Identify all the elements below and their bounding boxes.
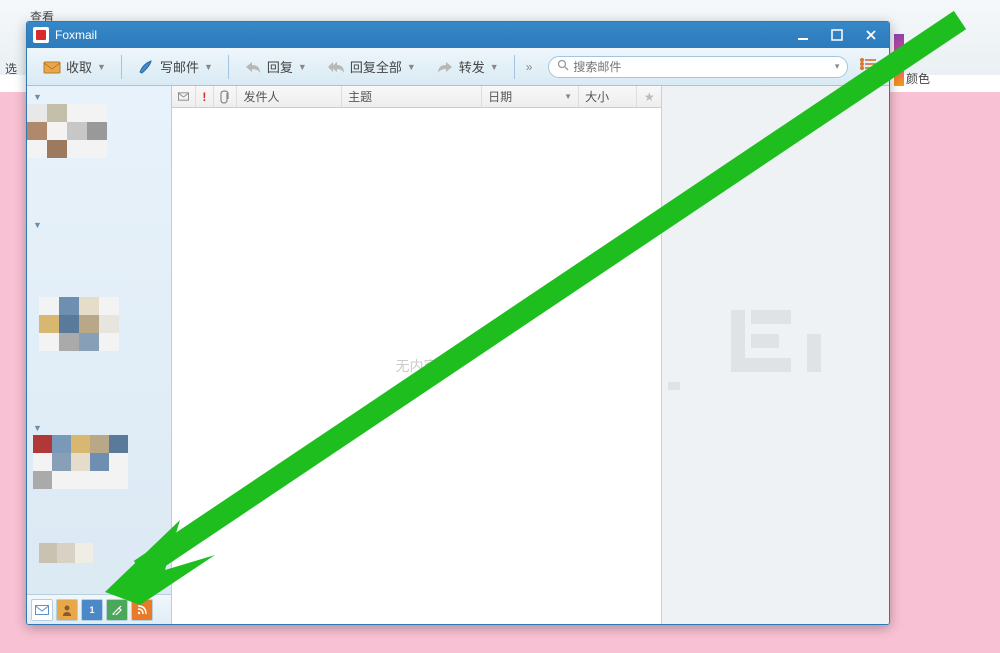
dropdown-icon: ▼ (298, 62, 307, 72)
compose-label: 写邮件 (160, 57, 199, 76)
col-read-status[interactable] (172, 86, 196, 107)
col-priority[interactable]: ! (196, 86, 214, 107)
contacts-tab-icon[interactable] (56, 599, 78, 621)
expand-icon: ▼ (33, 92, 42, 102)
bg-gradient-swatch (894, 34, 904, 86)
account-item[interactable]: ▼ (27, 421, 171, 435)
bg-color-label: 颜色 (906, 70, 930, 87)
empty-state: 无内容 (172, 108, 661, 624)
account-item[interactable]: ▼ (27, 218, 171, 232)
overflow-button[interactable]: » (522, 60, 537, 74)
col-date[interactable]: 日期▼ (482, 86, 579, 107)
sidebar-footer: 1 (27, 594, 171, 624)
search-box[interactable]: ▾ (548, 56, 848, 78)
foxmail-logo-watermark (731, 310, 821, 400)
titlebar[interactable]: Foxmail (27, 22, 889, 48)
compose-button[interactable]: 写邮件 ▼ (129, 53, 221, 80)
calendar-tab-icon[interactable]: 1 (81, 599, 103, 621)
pen-icon (137, 58, 155, 76)
col-subject[interactable]: 主题 (342, 86, 482, 107)
maximize-button[interactable] (825, 27, 849, 43)
expand-icon: ▼ (33, 423, 42, 433)
account-list: ▼ ▼ ▼ (27, 86, 171, 594)
reply-label: 回复 (267, 57, 293, 76)
separator (228, 55, 229, 79)
envelope-icon (43, 58, 61, 76)
dropdown-icon: ▼ (204, 62, 213, 72)
receive-button[interactable]: 收取 ▼ (35, 53, 114, 80)
expand-icon: ▼ (33, 220, 42, 230)
search-icon (557, 58, 569, 76)
separator (121, 55, 122, 79)
forward-label: 转发 (459, 57, 485, 76)
reply-all-label: 回复全部 (350, 57, 402, 76)
toolbar: 收取 ▼ 写邮件 ▼ 回复 ▼ 回复全部 ▼ (27, 48, 889, 86)
notes-tab-icon[interactable] (106, 599, 128, 621)
search-dropdown-icon[interactable]: ▾ (835, 61, 840, 72)
account-name-censored (39, 543, 171, 563)
receive-label: 收取 (66, 57, 92, 76)
search-input[interactable] (573, 60, 830, 74)
dropdown-icon: ▼ (490, 62, 499, 72)
account-item[interactable]: ▼ (27, 90, 171, 104)
reply-all-icon (327, 58, 345, 76)
view-list-button[interactable] (855, 53, 881, 80)
column-headers: ! 发件人 主题 日期▼ 大小 ★ (172, 86, 661, 108)
preview-decoration (668, 382, 680, 390)
sidebar: ▼ ▼ ▼ (27, 86, 172, 624)
col-star[interactable]: ★ (637, 86, 661, 107)
reply-all-button[interactable]: 回复全部 ▼ (319, 53, 424, 80)
close-button[interactable] (859, 27, 883, 43)
app-icon (33, 27, 49, 43)
col-size[interactable]: 大小 (579, 86, 637, 107)
dropdown-icon: ▼ (407, 62, 416, 72)
dropdown-icon: ▼ (97, 62, 106, 72)
foxmail-window: Foxmail 收取 ▼ 写邮件 ▼ 回复 (26, 21, 890, 625)
forward-button[interactable]: 转发 ▼ (428, 53, 507, 80)
separator (514, 55, 515, 79)
col-sender[interactable]: 发件人 (237, 86, 342, 107)
col-attachment[interactable] (214, 86, 238, 107)
mail-tab-icon[interactable] (31, 599, 53, 621)
forward-icon (436, 58, 454, 76)
sort-desc-icon: ▼ (564, 92, 572, 101)
preview-pane (662, 86, 889, 624)
bg-select-label: 选 (5, 60, 17, 77)
window-title: Foxmail (55, 28, 791, 42)
minimize-button[interactable] (791, 27, 815, 43)
account-name-censored (27, 104, 171, 158)
reply-button[interactable]: 回复 ▼ (236, 53, 315, 80)
rss-tab-icon[interactable] (131, 599, 153, 621)
account-name-censored (39, 297, 171, 351)
account-name-censored (33, 435, 171, 489)
message-list-pane: ! 发件人 主题 日期▼ 大小 ★ 无内容 (172, 86, 662, 624)
reply-icon (244, 58, 262, 76)
